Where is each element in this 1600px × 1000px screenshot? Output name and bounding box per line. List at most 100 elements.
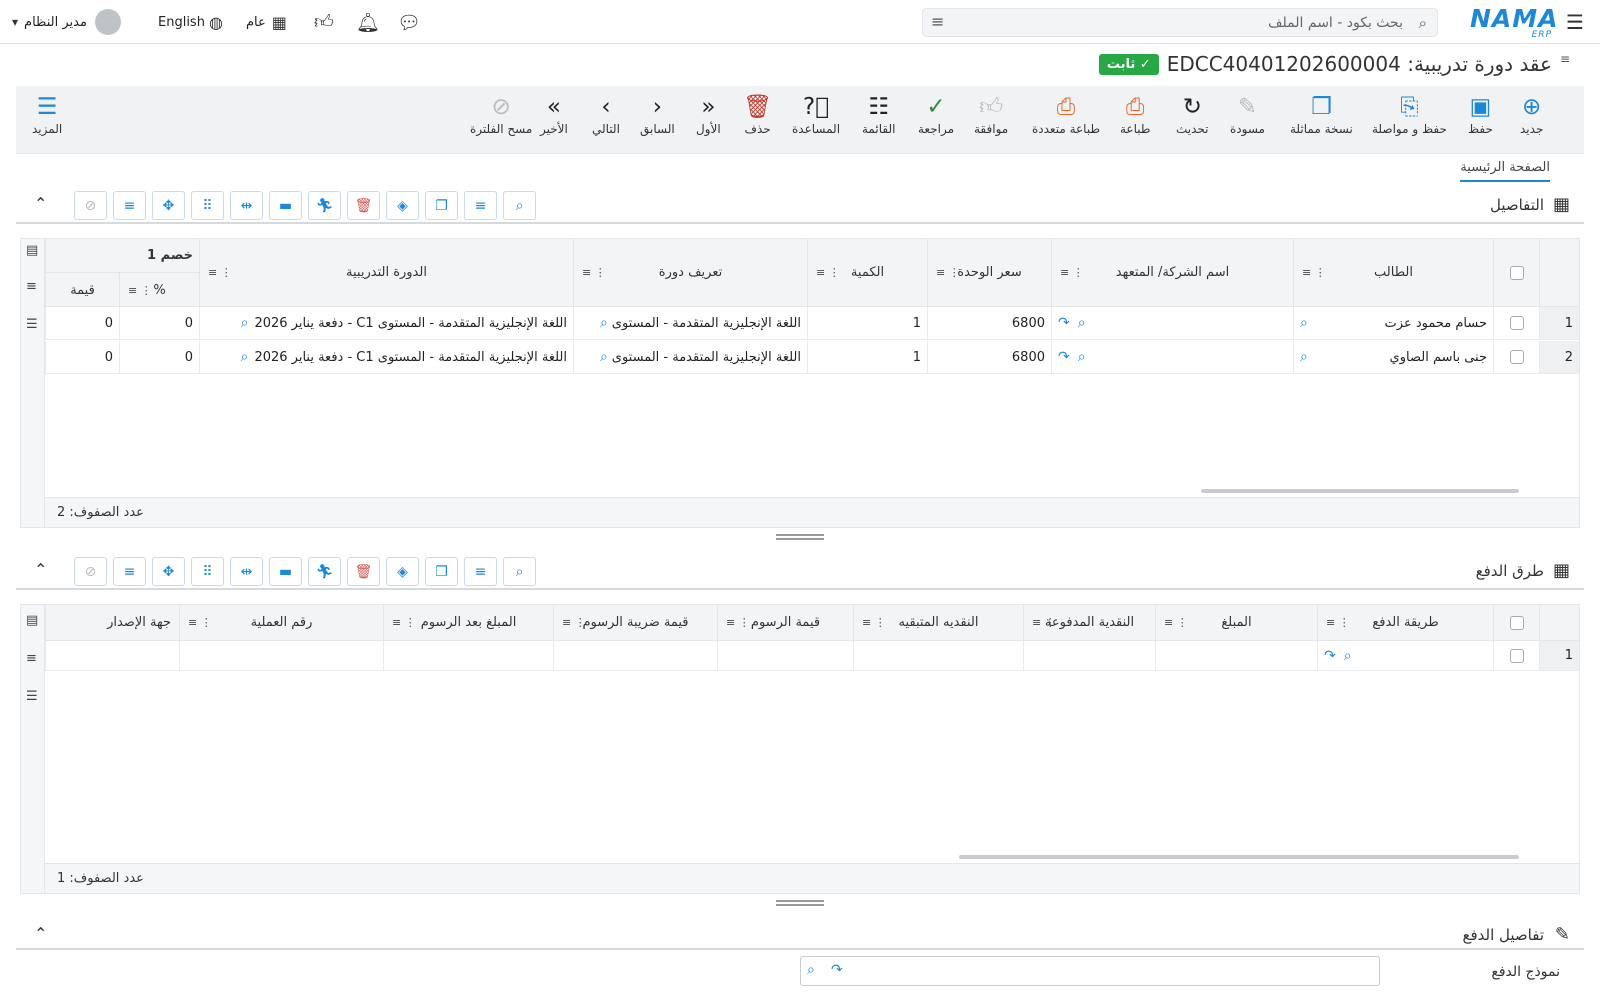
fees-tax-cell[interactable] xyxy=(553,641,717,671)
select-all-checkbox[interactable] xyxy=(1493,605,1539,640)
refresh-button[interactable]: ↻ تحديث xyxy=(1176,92,1209,136)
filter-icon[interactable]: ≡ xyxy=(26,279,37,294)
col-issuer[interactable]: جهة الإصدار xyxy=(45,605,179,640)
branch-switch[interactable]: عام ▦ xyxy=(246,0,287,44)
company-cell[interactable]: ⌕ ↷ xyxy=(1051,307,1293,340)
menu-icon[interactable]: ☰ xyxy=(26,317,38,332)
row-checkbox[interactable] xyxy=(1493,341,1539,374)
save-continue-button[interactable]: ⎘ حفظ و مواصلة xyxy=(1372,92,1447,136)
move-icon[interactable]: ✥ xyxy=(152,557,185,586)
stack-icon[interactable]: ▬ xyxy=(269,557,302,586)
trash-icon[interactable]: 🗑︎ xyxy=(347,191,380,220)
language-switch[interactable]: English ◍ xyxy=(158,0,223,44)
resize-handle[interactable] xyxy=(776,534,824,540)
company-cell[interactable]: ⌕ ↷ xyxy=(1051,341,1293,374)
trash-icon[interactable]: 🗑︎ xyxy=(347,557,380,586)
columns-icon[interactable]: ▤ xyxy=(26,243,38,258)
list-button[interactable]: ☷ القائمة xyxy=(862,92,895,136)
copy-icon[interactable]: ❐ xyxy=(425,191,458,220)
row-checkbox[interactable] xyxy=(1493,641,1539,671)
search-box[interactable]: ≡ بحث بكود - اسم الملف ⌕ xyxy=(922,8,1438,37)
search-plus-icon[interactable]: ⌕ xyxy=(600,349,608,365)
search-plus-icon[interactable]: ⌕ xyxy=(241,349,249,365)
fit-columns-icon[interactable]: ⇹ xyxy=(230,191,263,220)
col-student[interactable]: الطالب ⋮ ≡ xyxy=(1293,239,1493,306)
search-plus-icon[interactable]: ⌕ xyxy=(1078,315,1086,331)
percent-cell[interactable]: 0 xyxy=(119,341,199,374)
layers-icon[interactable]: ◈ xyxy=(386,191,419,220)
duplicate-button[interactable]: ❐ نسخة مماثلة xyxy=(1290,92,1353,136)
after-fees-cell[interactable] xyxy=(383,641,553,671)
payment-form-field[interactable]: ⌕ ↷ xyxy=(800,956,1380,986)
chat-icon[interactable]: 💬︎ xyxy=(397,0,421,44)
col-cash-remaining[interactable]: النقديه المتبقيه ⋮ ≡ xyxy=(853,605,1023,640)
course-cell[interactable]: اللغة الإنجليزية المتقدمة - المستوى C1 -… xyxy=(199,307,573,340)
issuer-cell[interactable] xyxy=(45,641,179,671)
dots-grid-icon[interactable]: ⠿ xyxy=(191,191,224,220)
col-amount[interactable]: المبلغ ⋮ ≡ xyxy=(1155,605,1317,640)
menu-icon[interactable]: ☰ xyxy=(1566,10,1584,34)
value-cell[interactable]: 0 xyxy=(45,341,119,374)
col-company[interactable]: اسم الشركة/ المتعهد ⋮ ≡ xyxy=(1051,239,1293,306)
table-row[interactable]: ⌕ ↷ xyxy=(1317,641,1493,671)
filter-icon[interactable]: ≡ xyxy=(113,557,146,586)
delete-button[interactable]: 🗑︎ حذف xyxy=(743,92,772,136)
run-icon[interactable]: 🏃︎ xyxy=(308,191,341,220)
col-course-def[interactable]: تعريف دورة ⋮ ≡ xyxy=(573,239,807,306)
copy-icon[interactable]: ❐ xyxy=(425,557,458,586)
unit-price-cell[interactable]: 6800 xyxy=(927,341,1051,374)
last-button[interactable]: «الأخير xyxy=(540,92,568,136)
pin-icon[interactable]: ≡ xyxy=(1560,52,1570,66)
cash-paid-cell[interactable] xyxy=(1023,641,1155,671)
table-row[interactable]: حسام محمود عزت ⌕ xyxy=(1293,307,1493,340)
multi-print-button[interactable]: ⎙ طباعة متعددة xyxy=(1032,92,1100,136)
tab-main[interactable]: الصفحة الرئيسية xyxy=(1460,160,1550,182)
search-plus-icon[interactable]: ⌕ xyxy=(241,315,249,331)
new-button[interactable]: ⊕ جديد xyxy=(1520,92,1543,136)
col-fees-tax[interactable]: قيمة ضريبة الرسوم ⋮ ≡ xyxy=(553,605,717,640)
save-button[interactable]: ▣ حفظ xyxy=(1468,92,1493,136)
select-all-checkbox[interactable] xyxy=(1493,239,1539,306)
col-method[interactable]: طريقة الدفع ⋮ ≡ xyxy=(1317,605,1493,640)
course-def-cell[interactable]: اللغة الإنجليزية المتقدمة - المستوى ⌕ xyxy=(573,307,807,340)
quantity-cell[interactable]: 1 xyxy=(807,307,927,340)
op-number-cell[interactable] xyxy=(179,641,383,671)
search-input[interactable]: بحث بكود - اسم الملف xyxy=(1268,15,1403,31)
horizontal-scrollbar[interactable] xyxy=(1201,489,1519,493)
clear-filter-button[interactable]: ⊘ مسح الفلترة xyxy=(470,92,532,136)
bell-icon[interactable]: 🔔︎ xyxy=(356,0,380,44)
filter-icon[interactable]: ≡ xyxy=(113,191,146,220)
search-list-icon[interactable]: ⌕ xyxy=(503,557,536,586)
col-value[interactable]: قيمة xyxy=(45,273,119,307)
row-checkbox[interactable] xyxy=(1493,307,1539,340)
collapse-icon[interactable]: ⌃ xyxy=(34,194,47,213)
fees-cell[interactable] xyxy=(717,641,853,671)
unit-price-cell[interactable]: 6800 xyxy=(927,307,1051,340)
review-button[interactable]: ✓ مراجعة xyxy=(918,92,954,136)
col-fees[interactable]: قيمة الرسوم ⋮ ≡ xyxy=(717,605,853,640)
layers-icon[interactable]: ◈ xyxy=(386,557,419,586)
menu-icon[interactable]: ☰ xyxy=(26,689,38,704)
filter-off-icon[interactable]: ⊘ xyxy=(74,557,107,586)
col-unit-price[interactable]: سعر الوحدة ⋮ ≡ xyxy=(927,239,1051,306)
search-plus-icon[interactable]: ⌕ xyxy=(600,315,608,331)
move-icon[interactable]: ✥ xyxy=(152,191,185,220)
search-plus-icon[interactable]: ⌕ xyxy=(1300,315,1308,331)
search-list-icon[interactable]: ⌕ xyxy=(503,191,536,220)
previous-button[interactable]: › السابق xyxy=(640,92,675,136)
search-plus-icon[interactable]: ⌕ xyxy=(807,962,815,978)
columns-icon[interactable]: ▤ xyxy=(26,613,38,628)
amount-cell[interactable] xyxy=(1155,641,1317,671)
more-button[interactable]: ☰ المزيد xyxy=(32,92,62,136)
col-after-fees[interactable]: المبلغ بعد الرسوم ⋮ ≡ xyxy=(383,605,553,640)
value-cell[interactable]: 0 xyxy=(45,307,119,340)
share-icon[interactable]: ↷ xyxy=(1058,349,1070,365)
search-plus-icon[interactable]: ⌕ xyxy=(1344,648,1352,664)
col-op-number[interactable]: رقم العملية ⋮ ≡ xyxy=(179,605,383,640)
share-icon[interactable]: ↷ xyxy=(1324,648,1336,664)
col-course[interactable]: الدورة التدريبية ⋮ ≡ xyxy=(199,239,573,306)
fit-columns-icon[interactable]: ⇹ xyxy=(230,557,263,586)
filter-off-icon[interactable]: ⊘ xyxy=(74,191,107,220)
run-icon[interactable]: 🏃︎ xyxy=(308,557,341,586)
filter-icon[interactable]: ≡ xyxy=(931,12,944,31)
